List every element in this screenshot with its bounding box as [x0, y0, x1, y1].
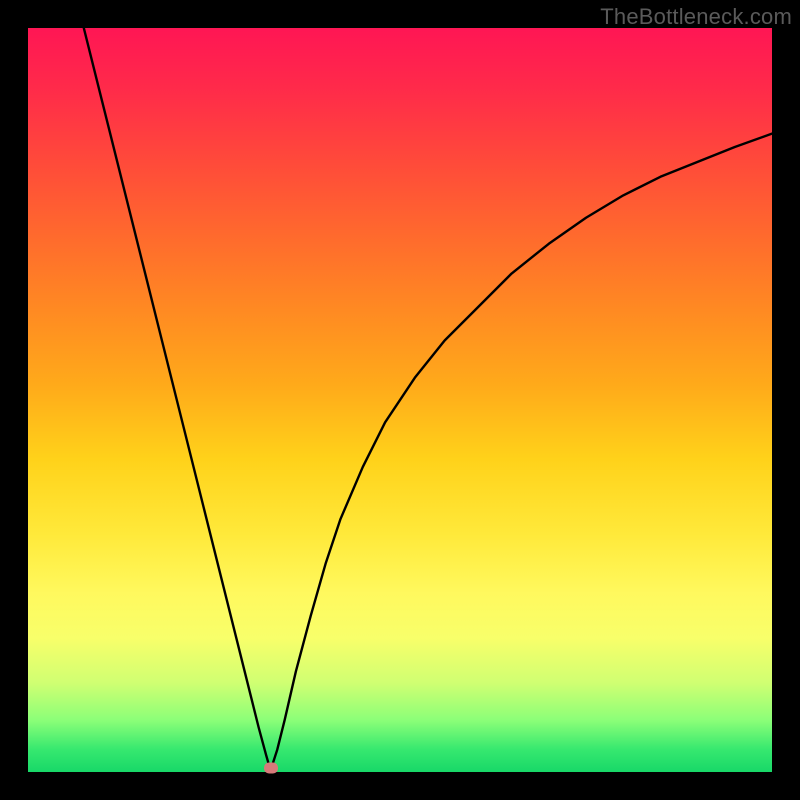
optimum-marker [264, 762, 278, 773]
chart-plot-area [28, 28, 772, 772]
chart-frame: TheBottleneck.com [0, 0, 800, 800]
watermark-text: TheBottleneck.com [600, 4, 792, 30]
bottleneck-curve [28, 28, 772, 772]
